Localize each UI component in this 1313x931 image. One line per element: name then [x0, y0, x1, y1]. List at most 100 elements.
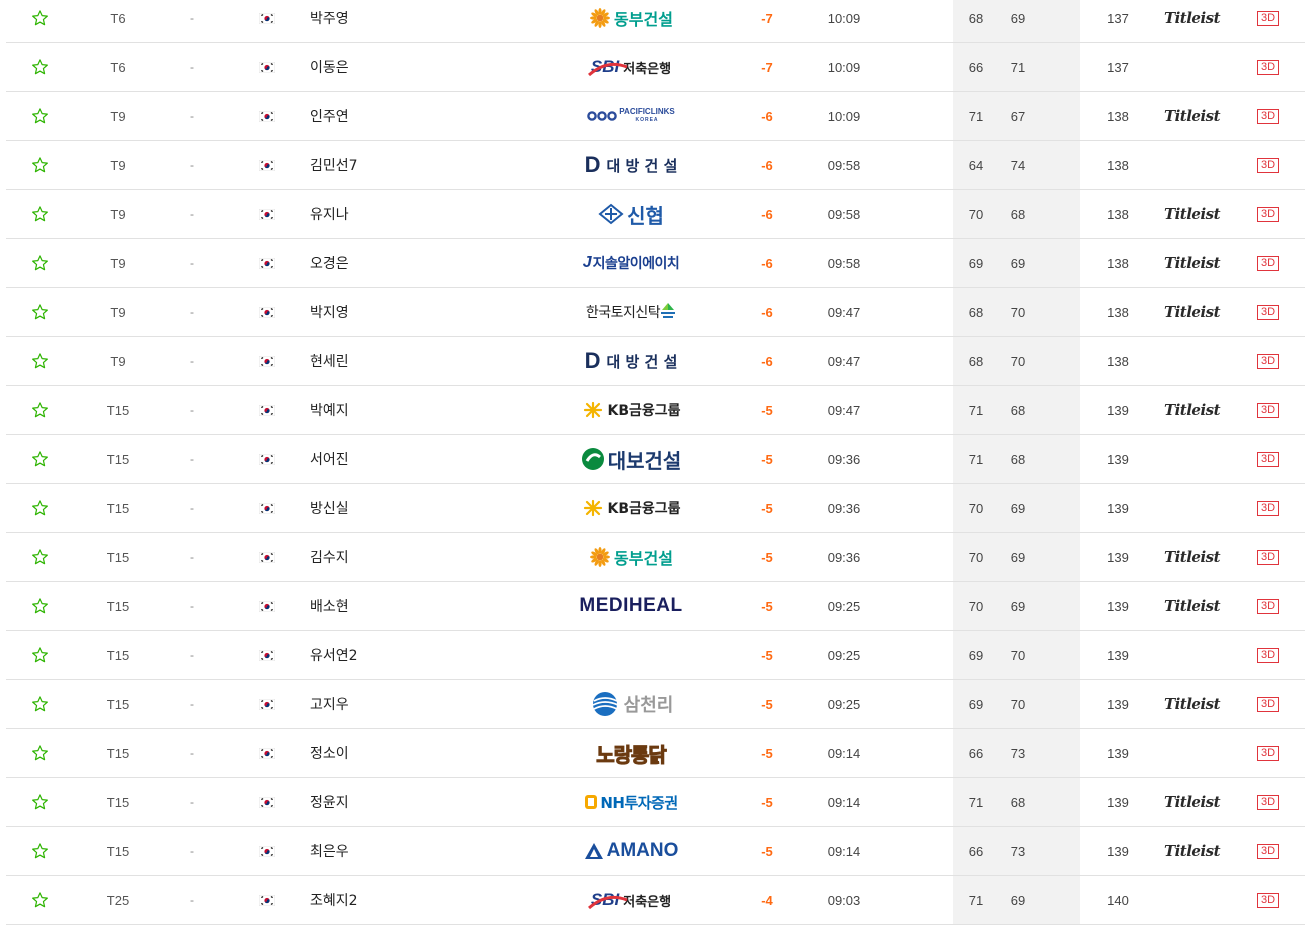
ball-brand-cell: [1162, 43, 1222, 91]
sponsor-text: PACIFICLINKS KOREA: [619, 108, 674, 124]
player-name-link[interactable]: 고지우: [310, 680, 420, 728]
round1-score-cell: 70: [968, 206, 984, 222]
round2-score-cell: 67: [1010, 108, 1026, 124]
favorite-star-icon[interactable]: [29, 435, 51, 483]
video-3d-cell: 3D: [1253, 435, 1283, 483]
3d-view-button[interactable]: 3D: [1256, 108, 1280, 124]
rank-cell: T15: [106, 598, 130, 614]
3d-view-button[interactable]: 3D: [1256, 10, 1280, 26]
favorite-star-icon[interactable]: [29, 582, 51, 630]
titleist-logo: Titleist: [1163, 842, 1221, 860]
sponsor-name: 삼천리: [623, 695, 674, 716]
sponsor-name: KB금융그룹: [607, 403, 681, 419]
3d-view-button[interactable]: 3D: [1256, 206, 1280, 222]
player-name-link[interactable]: 박예지: [310, 386, 420, 434]
score-to-par-cell: -5: [761, 696, 773, 712]
korea-flag-icon: [258, 778, 276, 826]
titleist-logo: Titleist: [1163, 107, 1221, 125]
total-strokes-cell: 138: [1107, 255, 1129, 271]
favorite-star-icon[interactable]: [29, 778, 51, 826]
tee-time-cell: 09:58: [827, 157, 861, 173]
favorite-star-icon[interactable]: [29, 190, 51, 238]
total-strokes-cell: 138: [1107, 206, 1129, 222]
round1-score-cell: 69: [968, 696, 984, 712]
favorite-star-icon[interactable]: [29, 533, 51, 581]
player-name-link[interactable]: 방신실: [310, 484, 420, 532]
rank-change-cell: -: [190, 403, 194, 417]
favorite-star-icon[interactable]: [29, 680, 51, 728]
rank-change-cell: -: [190, 893, 194, 907]
3d-view-button[interactable]: 3D: [1256, 500, 1280, 516]
3d-view-button[interactable]: 3D: [1256, 353, 1280, 369]
rank-cell: T15: [106, 500, 130, 516]
player-name-link[interactable]: 조혜지2: [310, 876, 420, 924]
player-name-link[interactable]: 유지나: [310, 190, 420, 238]
korea-flag-icon: [258, 141, 276, 189]
player-name-link[interactable]: 서어진: [310, 435, 420, 483]
favorite-star-icon[interactable]: [29, 386, 51, 434]
3d-view-button[interactable]: 3D: [1256, 696, 1280, 712]
player-name-link[interactable]: 정윤지: [310, 778, 420, 826]
player-name-link[interactable]: 최은우: [310, 827, 420, 875]
rank-cell: T15: [106, 549, 130, 565]
favorite-star-icon[interactable]: [29, 337, 51, 385]
korea-flag-icon: [258, 729, 276, 777]
3d-view-button[interactable]: 3D: [1256, 647, 1280, 663]
3d-view-button[interactable]: 3D: [1256, 892, 1280, 908]
favorite-star-icon[interactable]: [29, 141, 51, 189]
sponsor-name: J: [582, 254, 592, 271]
round1-score-cell: 71: [968, 402, 984, 418]
player-name-link[interactable]: 박주영: [310, 0, 420, 42]
player-name-link[interactable]: 김수지: [310, 533, 420, 581]
player-name-link[interactable]: 김민선7: [310, 141, 420, 189]
player-name-link[interactable]: 배소현: [310, 582, 420, 630]
table-row: T15 - 배소현 MEDIHEAL -5 09:25 70 69 139 Titleist 3D: [6, 582, 1305, 631]
player-name-link[interactable]: 인주연: [310, 92, 420, 140]
3d-view-button[interactable]: 3D: [1256, 794, 1280, 810]
ball-brand-cell: Titleist: [1162, 239, 1222, 287]
round1-score-cell: 70: [968, 598, 984, 614]
total-strokes-cell: 139: [1107, 794, 1129, 810]
sponsor-name: 저축은행: [623, 61, 672, 77]
korea-flag-icon: [258, 680, 276, 728]
3d-view-button[interactable]: 3D: [1256, 451, 1280, 467]
player-name-link[interactable]: 정소이: [310, 729, 420, 777]
sponsor-name: MEDIHEAL: [579, 595, 683, 616]
favorite-star-icon[interactable]: [29, 92, 51, 140]
3d-view-button[interactable]: 3D: [1256, 745, 1280, 761]
favorite-star-icon[interactable]: [29, 631, 51, 679]
sponsor-logo-daebo: 대보건설: [581, 445, 682, 474]
video-3d-cell: 3D: [1253, 778, 1283, 826]
favorite-star-icon[interactable]: [29, 876, 51, 924]
3d-view-button[interactable]: 3D: [1256, 598, 1280, 614]
3d-view-button[interactable]: 3D: [1256, 157, 1280, 173]
table-row: T6 - 이동은 SBI 저축은행 -7 10:09 66 71 137 3D: [6, 43, 1305, 92]
player-name-link[interactable]: 오경은: [310, 239, 420, 287]
ball-brand-cell: Titleist: [1162, 92, 1222, 140]
favorite-star-icon[interactable]: [29, 288, 51, 336]
3d-view-button[interactable]: 3D: [1256, 304, 1280, 320]
favorite-star-icon[interactable]: [29, 43, 51, 91]
3d-view-button[interactable]: 3D: [1256, 59, 1280, 75]
sponsor-name: 대 방 건 설: [606, 156, 678, 175]
3d-view-button[interactable]: 3D: [1256, 843, 1280, 859]
rank-change-cell: -: [190, 844, 194, 858]
3d-view-button[interactable]: 3D: [1256, 549, 1280, 565]
3d-view-button[interactable]: 3D: [1256, 255, 1280, 271]
3d-view-button[interactable]: 3D: [1256, 402, 1280, 418]
player-name-link[interactable]: 현세린: [310, 337, 420, 385]
favorite-star-icon[interactable]: [29, 0, 51, 42]
round1-score-cell: 66: [968, 59, 984, 75]
round2-score-cell: 68: [1010, 402, 1026, 418]
player-name-link[interactable]: 이동은: [310, 43, 420, 91]
rank-change-cell: -: [190, 648, 194, 662]
player-name-link[interactable]: 박지영: [310, 288, 420, 336]
sponsor-name: 대보건설: [607, 448, 682, 473]
player-name-link[interactable]: 유서연2: [310, 631, 420, 679]
favorite-star-icon[interactable]: [29, 239, 51, 287]
favorite-star-icon[interactable]: [29, 484, 51, 532]
sponsor-name: 한국토지신탁: [585, 305, 661, 321]
favorite-star-icon[interactable]: [29, 729, 51, 777]
rank-cell: T15: [106, 745, 130, 761]
favorite-star-icon[interactable]: [29, 827, 51, 875]
